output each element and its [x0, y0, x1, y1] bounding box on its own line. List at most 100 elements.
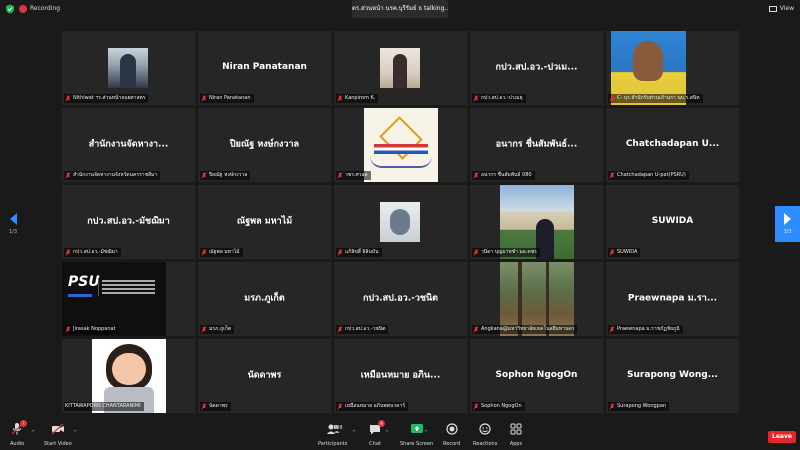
- participant-tile[interactable]: มรภ.ภูเก็ต มรภ.ภูเก็ต: [198, 262, 331, 336]
- participant-display-name: Sophon NgogOn: [495, 370, 578, 380]
- apps-label: Apps: [509, 441, 523, 447]
- participant-tile[interactable]: Praewnapa ม.รา... Praewnapa ม.ราชภัฏชัยภ…: [606, 262, 739, 336]
- view-button[interactable]: View: [768, 3, 794, 15]
- muted-mic-icon: [201, 95, 207, 102]
- participant-name: กปว.สป.อว.-ปวเมธุ: [481, 95, 523, 101]
- participant-tile[interactable]: กปว.สป.อว.-มัชฌิมา กปว.สป.อว.-มัชฌิมา: [62, 185, 195, 259]
- page-indicator-right: 3/3: [783, 228, 792, 235]
- logo-ring-shape: [370, 156, 432, 168]
- muted-mic-icon: [473, 172, 479, 179]
- participant-tile[interactable]: วชร.ศวอล: [334, 108, 467, 182]
- participant-tile[interactable]: Angkana@มหาวิทยาลัยเทคโนลยีมหานคร: [470, 262, 603, 336]
- participant-tile[interactable]: Surapong Wong... Surapong Wongpan: [606, 339, 739, 413]
- participant-tile[interactable]: SUWIDA SUWIDA: [606, 185, 739, 259]
- participant-label: วนิดา บุญมาหชำ มอ.คชร: [472, 248, 540, 257]
- participant-tile[interactable]: สำนักงานจัดหางา... สำนักงานจัดหางานจังหว…: [62, 108, 195, 182]
- participant-display-name: Surapong Wong...: [627, 370, 718, 380]
- participant-tile[interactable]: กปว.สป.อว.-ปวเม... กปว.สป.อว.-ปวเมธุ: [470, 31, 603, 105]
- record-label: Record: [443, 441, 461, 447]
- chat-button[interactable]: 9 Chat: [368, 420, 385, 448]
- psu-logo-mark: PSU: [68, 274, 100, 290]
- participant-tile[interactable]: KITTAWAPORN CHANTARANIMI: [62, 339, 195, 413]
- participant-label: อนากร ชื่นสัมพันธ์ 080: [472, 171, 535, 180]
- participant-tile[interactable]: อนากร ชื่นสัมพันธ์... อนากร ชื่นสัมพันธ์…: [470, 108, 603, 182]
- reactions-smiley-icon: [479, 423, 491, 435]
- participants-options-chevron-icon[interactable]: ^: [352, 430, 356, 436]
- chevron-left-icon: [9, 212, 17, 225]
- participant-display-name: กปว.สป.อว.-มัชฌิมา: [87, 216, 170, 227]
- participant-video: [108, 48, 148, 88]
- audio-options-chevron-icon[interactable]: ^: [31, 430, 35, 436]
- chevron-right-icon: [784, 212, 791, 225]
- previous-page-button[interactable]: 1/3: [5, 206, 21, 242]
- participant-tile[interactable]: Nithiwat ฯร.ส่วนหน้าจนยศาสตร: [62, 31, 195, 105]
- institution-logo-video: [364, 108, 438, 182]
- muted-mic-icon: [473, 95, 479, 102]
- participant-label: Nithiwat ฯร.ส่วนหน้าจนยศาสตร: [64, 94, 149, 103]
- participant-label: แก้ลิขสิ์ ลิลินบัน: [336, 248, 382, 257]
- participant-tile[interactable]: นัดดาพร นัดดาพร: [198, 339, 331, 413]
- view-label: View: [779, 5, 794, 12]
- chat-options-chevron-icon[interactable]: ^: [385, 430, 389, 436]
- security-shield-icon[interactable]: [5, 4, 15, 14]
- participant-label: มรภ.ภูเก็ต: [200, 325, 235, 334]
- muted-mic-icon: [337, 95, 343, 102]
- participant-tile[interactable]: C- บุร.สำนักรับท่านเภ้านรา นบ.ร.สนิท: [606, 31, 739, 105]
- participant-tile[interactable]: PSU Jirasak Noppanat: [62, 262, 195, 336]
- participant-name: Niran Panatanan: [209, 95, 251, 101]
- participant-tile[interactable]: Sophon NgogOn Sophon NgogOn: [470, 339, 603, 413]
- participant-tile[interactable]: Chatchadapan U... Chatchadapan U-pat(PSR…: [606, 108, 739, 182]
- muted-mic-icon: [201, 172, 207, 179]
- participant-name: วนิดา บุญมาหชำ มอ.คชร: [481, 249, 537, 255]
- participant-name: อนากร ชื่นสัมพันธ์ 080: [481, 172, 532, 178]
- participant-tile[interactable]: แก้ลิขสิ์ ลิลินบัน: [334, 185, 467, 259]
- participant-name: Kanpirom K.: [345, 95, 376, 101]
- participants-label: Participants: [318, 441, 348, 447]
- reactions-button[interactable]: Reactions: [473, 422, 497, 448]
- participant-name: มรภ.ภูเก็ต: [209, 326, 232, 332]
- participant-label: Niran Panatanan: [200, 94, 254, 103]
- participant-label: เหมือนหมาย อภินพพนาคาร์: [336, 402, 409, 411]
- psu-logo-stripe: [68, 294, 92, 297]
- participant-display-name: Chatchadapan U...: [625, 139, 720, 149]
- participant-display-name: มรภ.ภูเก็ต: [244, 293, 285, 304]
- apps-grid-icon: [510, 423, 522, 435]
- participant-tile[interactable]: เหมือนหมาย อภิน... เหมือนหมาย อภินพพนาคา…: [334, 339, 467, 413]
- participant-tile[interactable]: ปิยณัฐ หงษ์กงวาล ปิยณัฐ หงษ์กงวาล: [198, 108, 331, 182]
- participant-label: KITTAWAPORN CHANTARANIMI: [64, 402, 144, 411]
- avatar-face-shape: [112, 353, 146, 385]
- participant-tile[interactable]: ณัฐพล มหาไม้ ณัฐพล มหาไม้: [198, 185, 331, 259]
- participant-tile[interactable]: วนิดา บุญมาหชำ มอ.คชร: [470, 185, 603, 259]
- video-options-chevron-icon[interactable]: ^: [73, 430, 77, 436]
- participant-label: Sophon NgogOn: [472, 402, 525, 411]
- audio-button[interactable]: ! Audio: [10, 420, 28, 448]
- leave-meeting-button[interactable]: Leave: [768, 431, 796, 443]
- share-screen-button[interactable]: Share Screen: [400, 422, 433, 448]
- participant-display-name: Niran Panatanan: [222, 62, 307, 72]
- participant-label: Praewnapa ม.ราชภัฏชัยภูมิ: [608, 325, 683, 334]
- recording-label[interactable]: Recording: [30, 3, 60, 15]
- participant-label: กปว.สป.อว.-วชนิต: [336, 325, 389, 334]
- participant-label: SUWIDA: [608, 248, 641, 257]
- apps-button[interactable]: Apps: [509, 422, 523, 448]
- page-indicator-left: 1/3: [8, 228, 18, 235]
- participant-display-name: กปว.สป.อว.-วชนิต: [362, 293, 439, 304]
- participant-display-name: อนากร ชื่นสัมพันธ์...: [495, 139, 578, 150]
- participant-label: Chatchadapan U-pat(PSRU): [608, 171, 689, 180]
- participant-tile[interactable]: Niran Panatanan Niran Panatanan: [198, 31, 331, 105]
- participant-display-name: ปิยณัฐ หงษ์กงวาล: [229, 139, 300, 150]
- next-page-button[interactable]: 3/3: [775, 206, 800, 242]
- participant-label: กปว.สป.อว.-มัชฌิมา: [64, 248, 121, 257]
- participants-button[interactable]: 198 Participants: [318, 422, 347, 448]
- video-off-icon: [51, 423, 64, 435]
- record-button[interactable]: Record: [443, 422, 460, 448]
- share-options-chevron-icon[interactable]: ^: [424, 430, 428, 436]
- participant-tile[interactable]: กปว.สป.อว.-วชนิต กปว.สป.อว.-วชนิต: [334, 262, 467, 336]
- participant-display-name: ณัฐพล มหาไม้: [236, 216, 293, 227]
- muted-mic-icon: [609, 326, 615, 333]
- participant-display-name: Praewnapa ม.รา...: [627, 293, 718, 304]
- participant-tile[interactable]: Kanpirom K.: [334, 31, 467, 105]
- start-video-label: Start Video: [44, 441, 72, 447]
- start-video-button[interactable]: Start Video: [44, 422, 72, 448]
- reactions-label: Reactions: [473, 441, 498, 447]
